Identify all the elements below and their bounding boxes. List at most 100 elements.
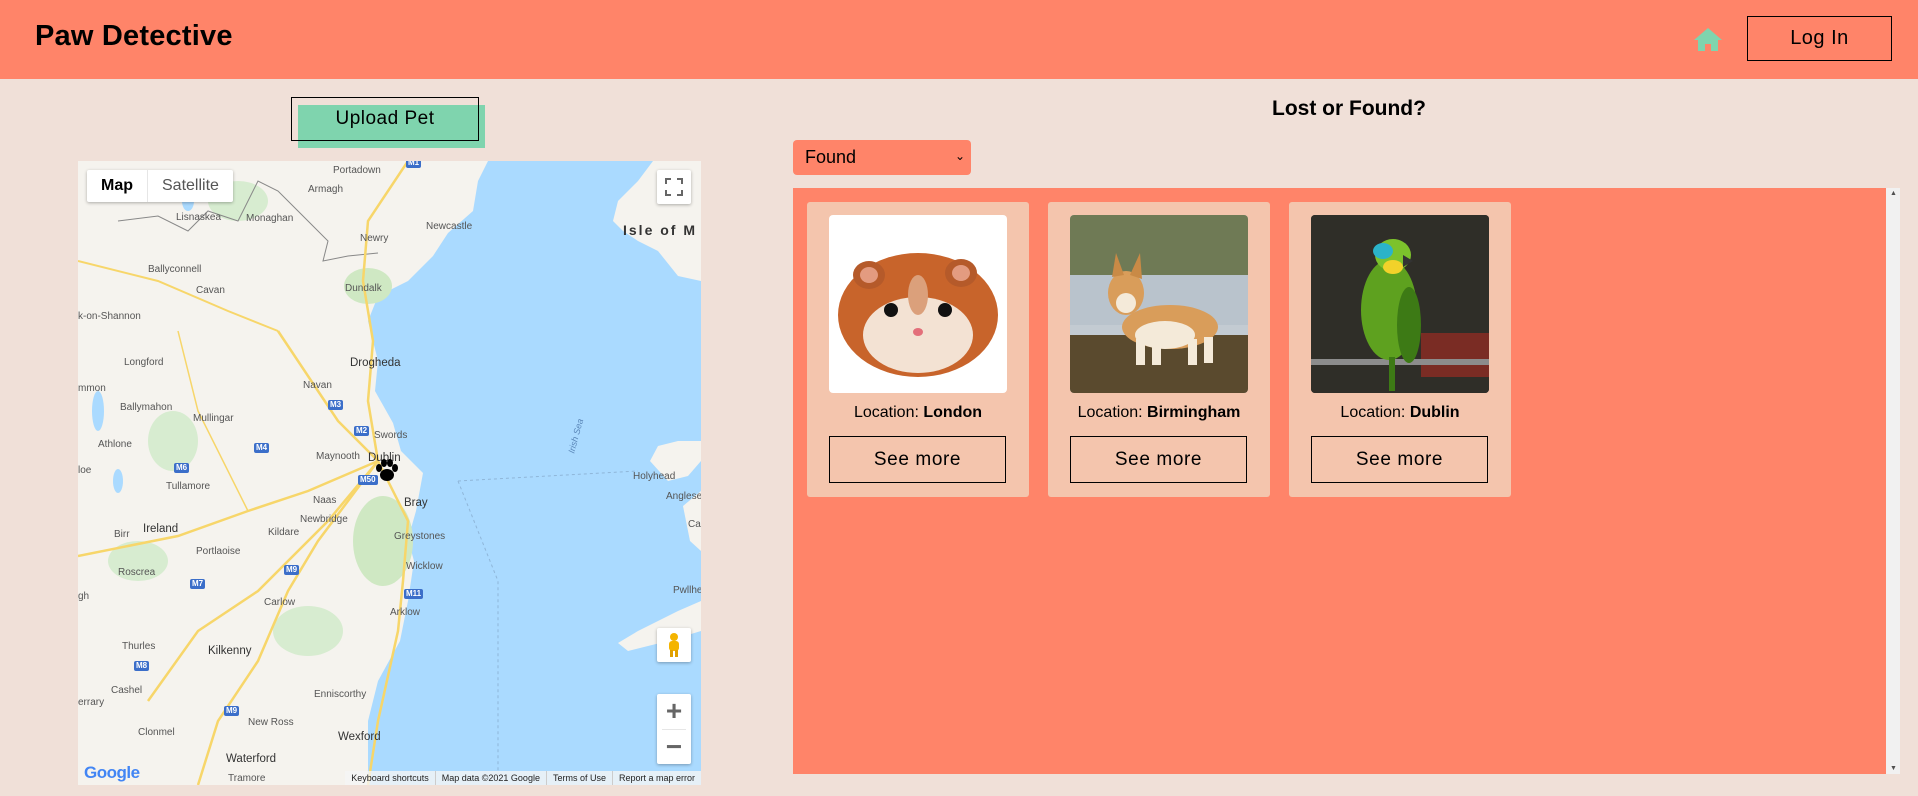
map-label: Kilkenny <box>208 645 252 657</box>
map-label: Newry <box>360 233 389 244</box>
map-label: Ireland <box>143 523 179 535</box>
map-label: gh <box>78 591 90 602</box>
terms-of-use-link[interactable]: Terms of Use <box>545 771 612 785</box>
map-label: Bray <box>404 497 428 509</box>
map-label: Carlow <box>264 597 296 608</box>
results-scrollbar[interactable]: ▲ ▼ <box>1886 188 1900 774</box>
map-data-attribution: Map data ©2021 Google <box>434 771 546 785</box>
zoom-in-button[interactable]: + <box>657 694 691 729</box>
road-shield: M11 <box>404 589 424 599</box>
pet-photo-corgi <box>1070 215 1248 393</box>
street-view-button[interactable] <box>657 628 691 662</box>
map-label: Anglese <box>666 491 701 502</box>
location-value: Dublin <box>1409 404 1460 421</box>
road-shield: M3 <box>328 400 344 410</box>
map-label: Naas <box>313 495 337 506</box>
pet-location: Location: London <box>807 404 1029 422</box>
pet-card: Location: London See more <box>807 202 1029 497</box>
map-type-map[interactable]: Map <box>87 170 148 202</box>
map-label: Thurles <box>122 641 156 652</box>
map-label: Navan <box>303 380 332 391</box>
map-label: Tullamore <box>166 481 211 492</box>
map-label: Newcastle <box>426 221 473 232</box>
map-label: Arklow <box>390 607 421 618</box>
chevron-down-icon: ⌄ <box>954 149 965 163</box>
map-label: Cashel <box>111 685 143 696</box>
road-shield: M8 <box>134 661 150 671</box>
map-label: mmon <box>78 383 106 394</box>
map-label: New Ross <box>248 717 294 728</box>
map-label: Armagh <box>308 184 344 195</box>
see-more-button[interactable]: See more <box>1311 436 1488 483</box>
paw-icon[interactable] <box>374 458 400 484</box>
map-label: Ballymahon <box>120 402 173 413</box>
map-footer: Keyboard shortcuts Map data ©2021 Google… <box>345 771 701 785</box>
road-shield: M9 <box>224 706 240 716</box>
map-label: Dundalk <box>345 283 382 294</box>
map-label: Enniscorthy <box>314 689 367 700</box>
map-label: Ballyconnell <box>148 264 202 275</box>
top-header: Paw Detective Log In <box>0 0 1918 79</box>
map-label: Pwllhe <box>673 585 701 596</box>
pet-photo-parrot <box>1311 215 1489 393</box>
see-more-button[interactable]: See more <box>829 436 1006 483</box>
pet-location: Location: Birmingham <box>1048 404 1270 422</box>
login-button[interactable]: Log In <box>1747 16 1892 61</box>
fullscreen-button[interactable] <box>657 170 691 204</box>
google-logo: Google <box>84 763 140 783</box>
road-shield: M6 <box>174 463 190 473</box>
pegman-icon <box>669 633 679 657</box>
pet-card: Location: Birmingham See more <box>1048 202 1270 497</box>
map-label: loe <box>78 465 92 476</box>
map-label: Holyhead <box>633 471 676 482</box>
map-type-satellite[interactable]: Satellite <box>148 170 233 202</box>
home-icon[interactable] <box>1692 26 1724 52</box>
pet-location: Location: Dublin <box>1289 404 1511 422</box>
map-label: Maynooth <box>316 451 360 462</box>
see-more-button[interactable]: See more <box>1070 436 1247 483</box>
map-label: Tramore <box>228 773 266 784</box>
report-map-error-link[interactable]: Report a map error <box>611 771 701 785</box>
map-label: Birr <box>114 529 130 540</box>
map-label: Isle of M <box>623 222 698 238</box>
location-label: Location: <box>1077 404 1148 421</box>
road-shield: M9 <box>284 565 300 575</box>
pet-photo-hamster <box>829 215 1007 393</box>
upload-pet-wrapper: Upload Pet <box>291 97 485 148</box>
google-logo-text: Google <box>84 763 140 782</box>
map-label: Longford <box>124 357 164 368</box>
map-label: Portadown <box>333 165 381 176</box>
lost-found-select-value: Found <box>805 147 857 167</box>
road-shield: M4 <box>254 443 270 453</box>
map-label: Swords <box>374 430 408 441</box>
keyboard-shortcuts-link[interactable]: Keyboard shortcuts <box>345 771 435 785</box>
map-label: Monaghan <box>246 213 294 224</box>
map-label: Portlaoise <box>196 546 241 557</box>
map-label: Roscrea <box>118 567 156 578</box>
map-label: k-on-Shannon <box>78 311 141 322</box>
map-label: Cavan <box>196 285 225 296</box>
map-label: errary <box>78 697 105 708</box>
map-label: Mullingar <box>193 413 234 424</box>
scroll-up-arrow-icon[interactable]: ▲ <box>1890 190 1897 197</box>
map-label: Newbridge <box>300 514 348 525</box>
upload-pet-button[interactable]: Upload Pet <box>291 97 479 141</box>
location-value: London <box>923 404 983 421</box>
brand-title: Paw Detective <box>35 20 233 52</box>
zoom-out-button[interactable]: − <box>657 729 691 764</box>
map-label: Lisnaskea <box>176 212 222 223</box>
lost-found-select[interactable]: Found ⌄ <box>793 140 971 175</box>
map-label: Athlone <box>98 439 132 450</box>
location-label: Location: <box>1340 404 1410 421</box>
scroll-down-arrow-icon[interactable]: ▼ <box>1890 765 1897 772</box>
map-view[interactable]: Portadown Armagh Lisnaskea Monaghan Newr… <box>78 161 701 785</box>
fullscreen-icon <box>665 178 683 196</box>
map-type-control: Map Satellite <box>87 170 233 202</box>
map-label: Clonmel <box>138 727 175 738</box>
map-label: Kildare <box>268 527 300 538</box>
zoom-control: + − <box>657 694 691 764</box>
road-shield: M1 <box>406 161 422 168</box>
map-label: Wexford <box>338 731 381 743</box>
lost-found-heading: Lost or Found? <box>1272 97 1426 120</box>
map-label: Wicklow <box>406 561 443 572</box>
